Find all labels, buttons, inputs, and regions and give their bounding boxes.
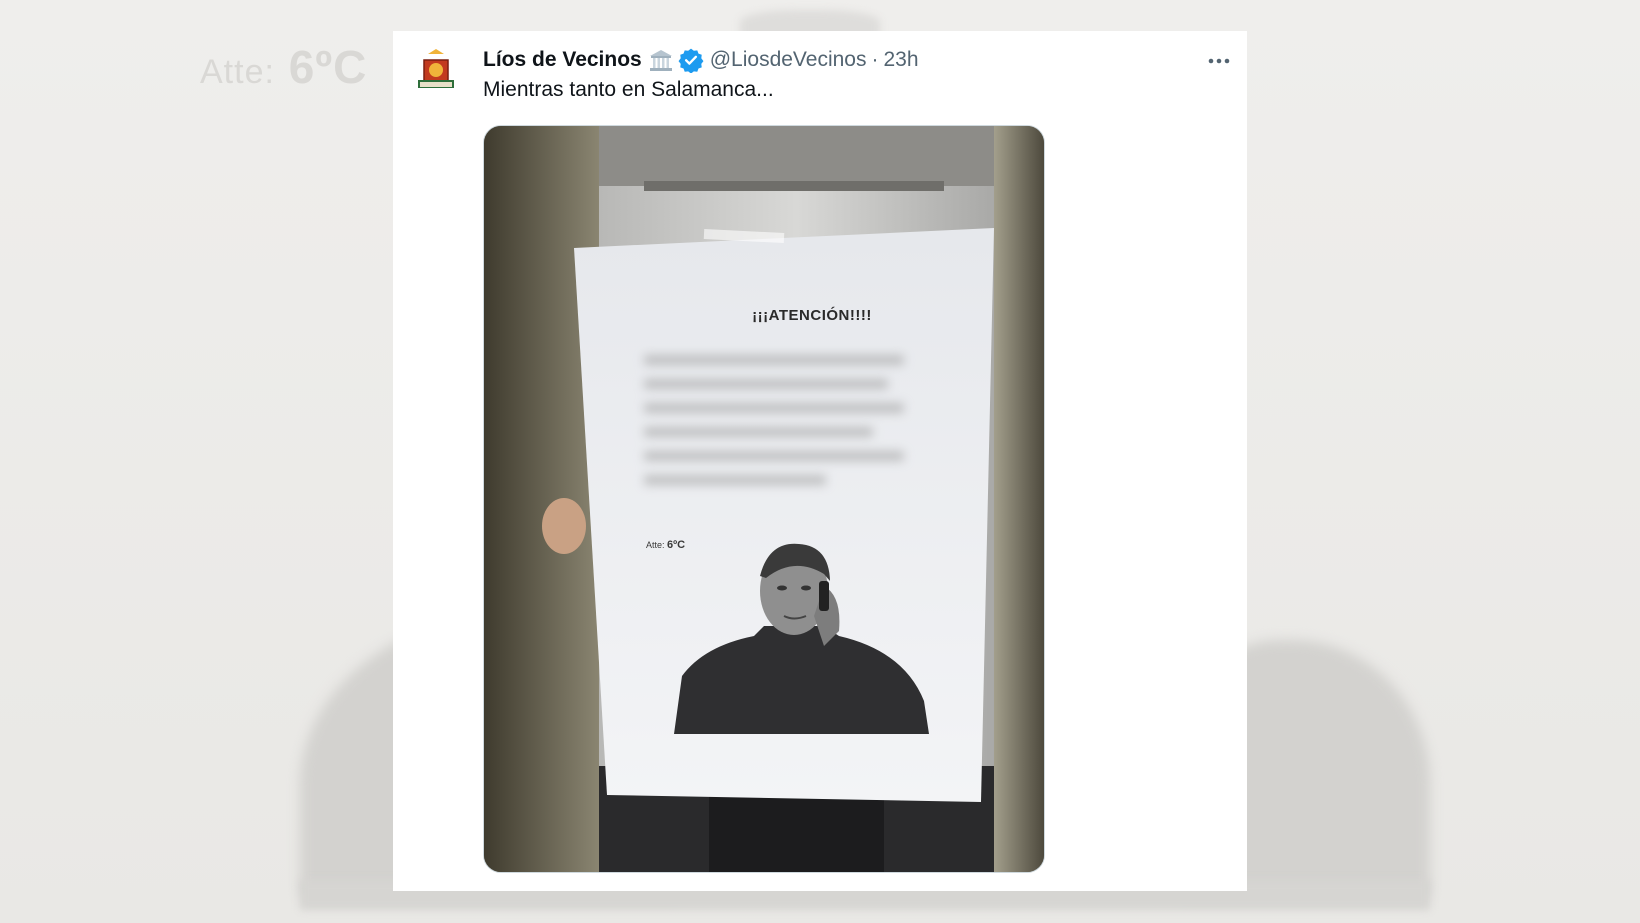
verified-badge-icon [678,47,704,74]
tweet-header: Líos de Vecinos @LiosdeVecinos · 23h [483,45,919,75]
more-options-button[interactable] [1199,47,1239,75]
tweet-photo[interactable]: ¡¡¡ATENCIÓN!!!! Atte: 6ºC [483,125,1045,873]
separator: · [871,48,879,71]
poster-title: ¡¡¡ATENCIÓN!!!! [752,307,872,324]
tweet-card[interactable]: Líos de Vecinos @LiosdeVecinos · 23h Mie… [393,31,1247,891]
tweet-text: Mientras tanto en Salamanca... [483,78,774,101]
user-handle[interactable]: @LiosdeVecinos [710,48,867,72]
phone-call-portrait [674,536,934,736]
timestamp[interactable]: 23h [884,48,919,72]
avatar[interactable] [408,46,464,102]
classical-building-emoji-icon [648,48,674,72]
blurred-text [644,341,904,516]
display-name[interactable]: Líos de Vecinos [483,48,642,72]
background-watermark: Atte: 6ºC [200,41,368,93]
more-horizontal-icon [1208,58,1230,64]
